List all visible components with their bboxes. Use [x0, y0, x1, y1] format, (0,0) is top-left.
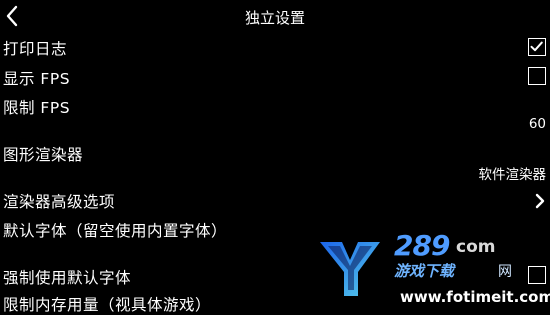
page-title: 独立设置	[244, 9, 305, 27]
print-log-checkbox[interactable]	[528, 38, 546, 56]
show-fps-checkbox[interactable]	[528, 67, 546, 85]
watermark-com: com	[456, 237, 496, 257]
show-fps-label: 显示 FPS	[3, 70, 71, 88]
fotimeit-logo-icon	[320, 242, 380, 296]
renderer-label[interactable]: 图形渲染器	[3, 143, 83, 165]
top-bar: 独立设置	[0, 0, 550, 34]
limit-fps-value: 60	[528, 116, 546, 132]
renderer-advanced-label[interactable]: 渲染器高级选项	[3, 190, 115, 212]
watermark-number: 289	[394, 229, 450, 262]
watermark-url: www.fotimeit.com	[400, 288, 550, 306]
watermark-site-name: 游戏下载	[394, 262, 455, 280]
limit-fps-label[interactable]: 限制 FPS	[3, 96, 70, 118]
default-font-label[interactable]: 默认字体（留空使用内置字体）	[3, 219, 227, 241]
checkmark-icon	[530, 41, 543, 52]
renderer-value: 软件渲染器	[478, 167, 547, 183]
force-default-font-label: 强制使用默认字体	[3, 269, 132, 287]
chevron-right-icon[interactable]	[533, 192, 547, 210]
print-log-label: 打印日志	[3, 40, 68, 58]
watermark-net: 网	[498, 264, 512, 280]
force-default-font-checkbox[interactable]	[528, 266, 546, 284]
memory-limit-label[interactable]: 限制内存用量（视具体游戏）	[3, 293, 211, 315]
watermark: 289 com 游戏下载 网 www.fotimeit.com	[318, 228, 550, 309]
